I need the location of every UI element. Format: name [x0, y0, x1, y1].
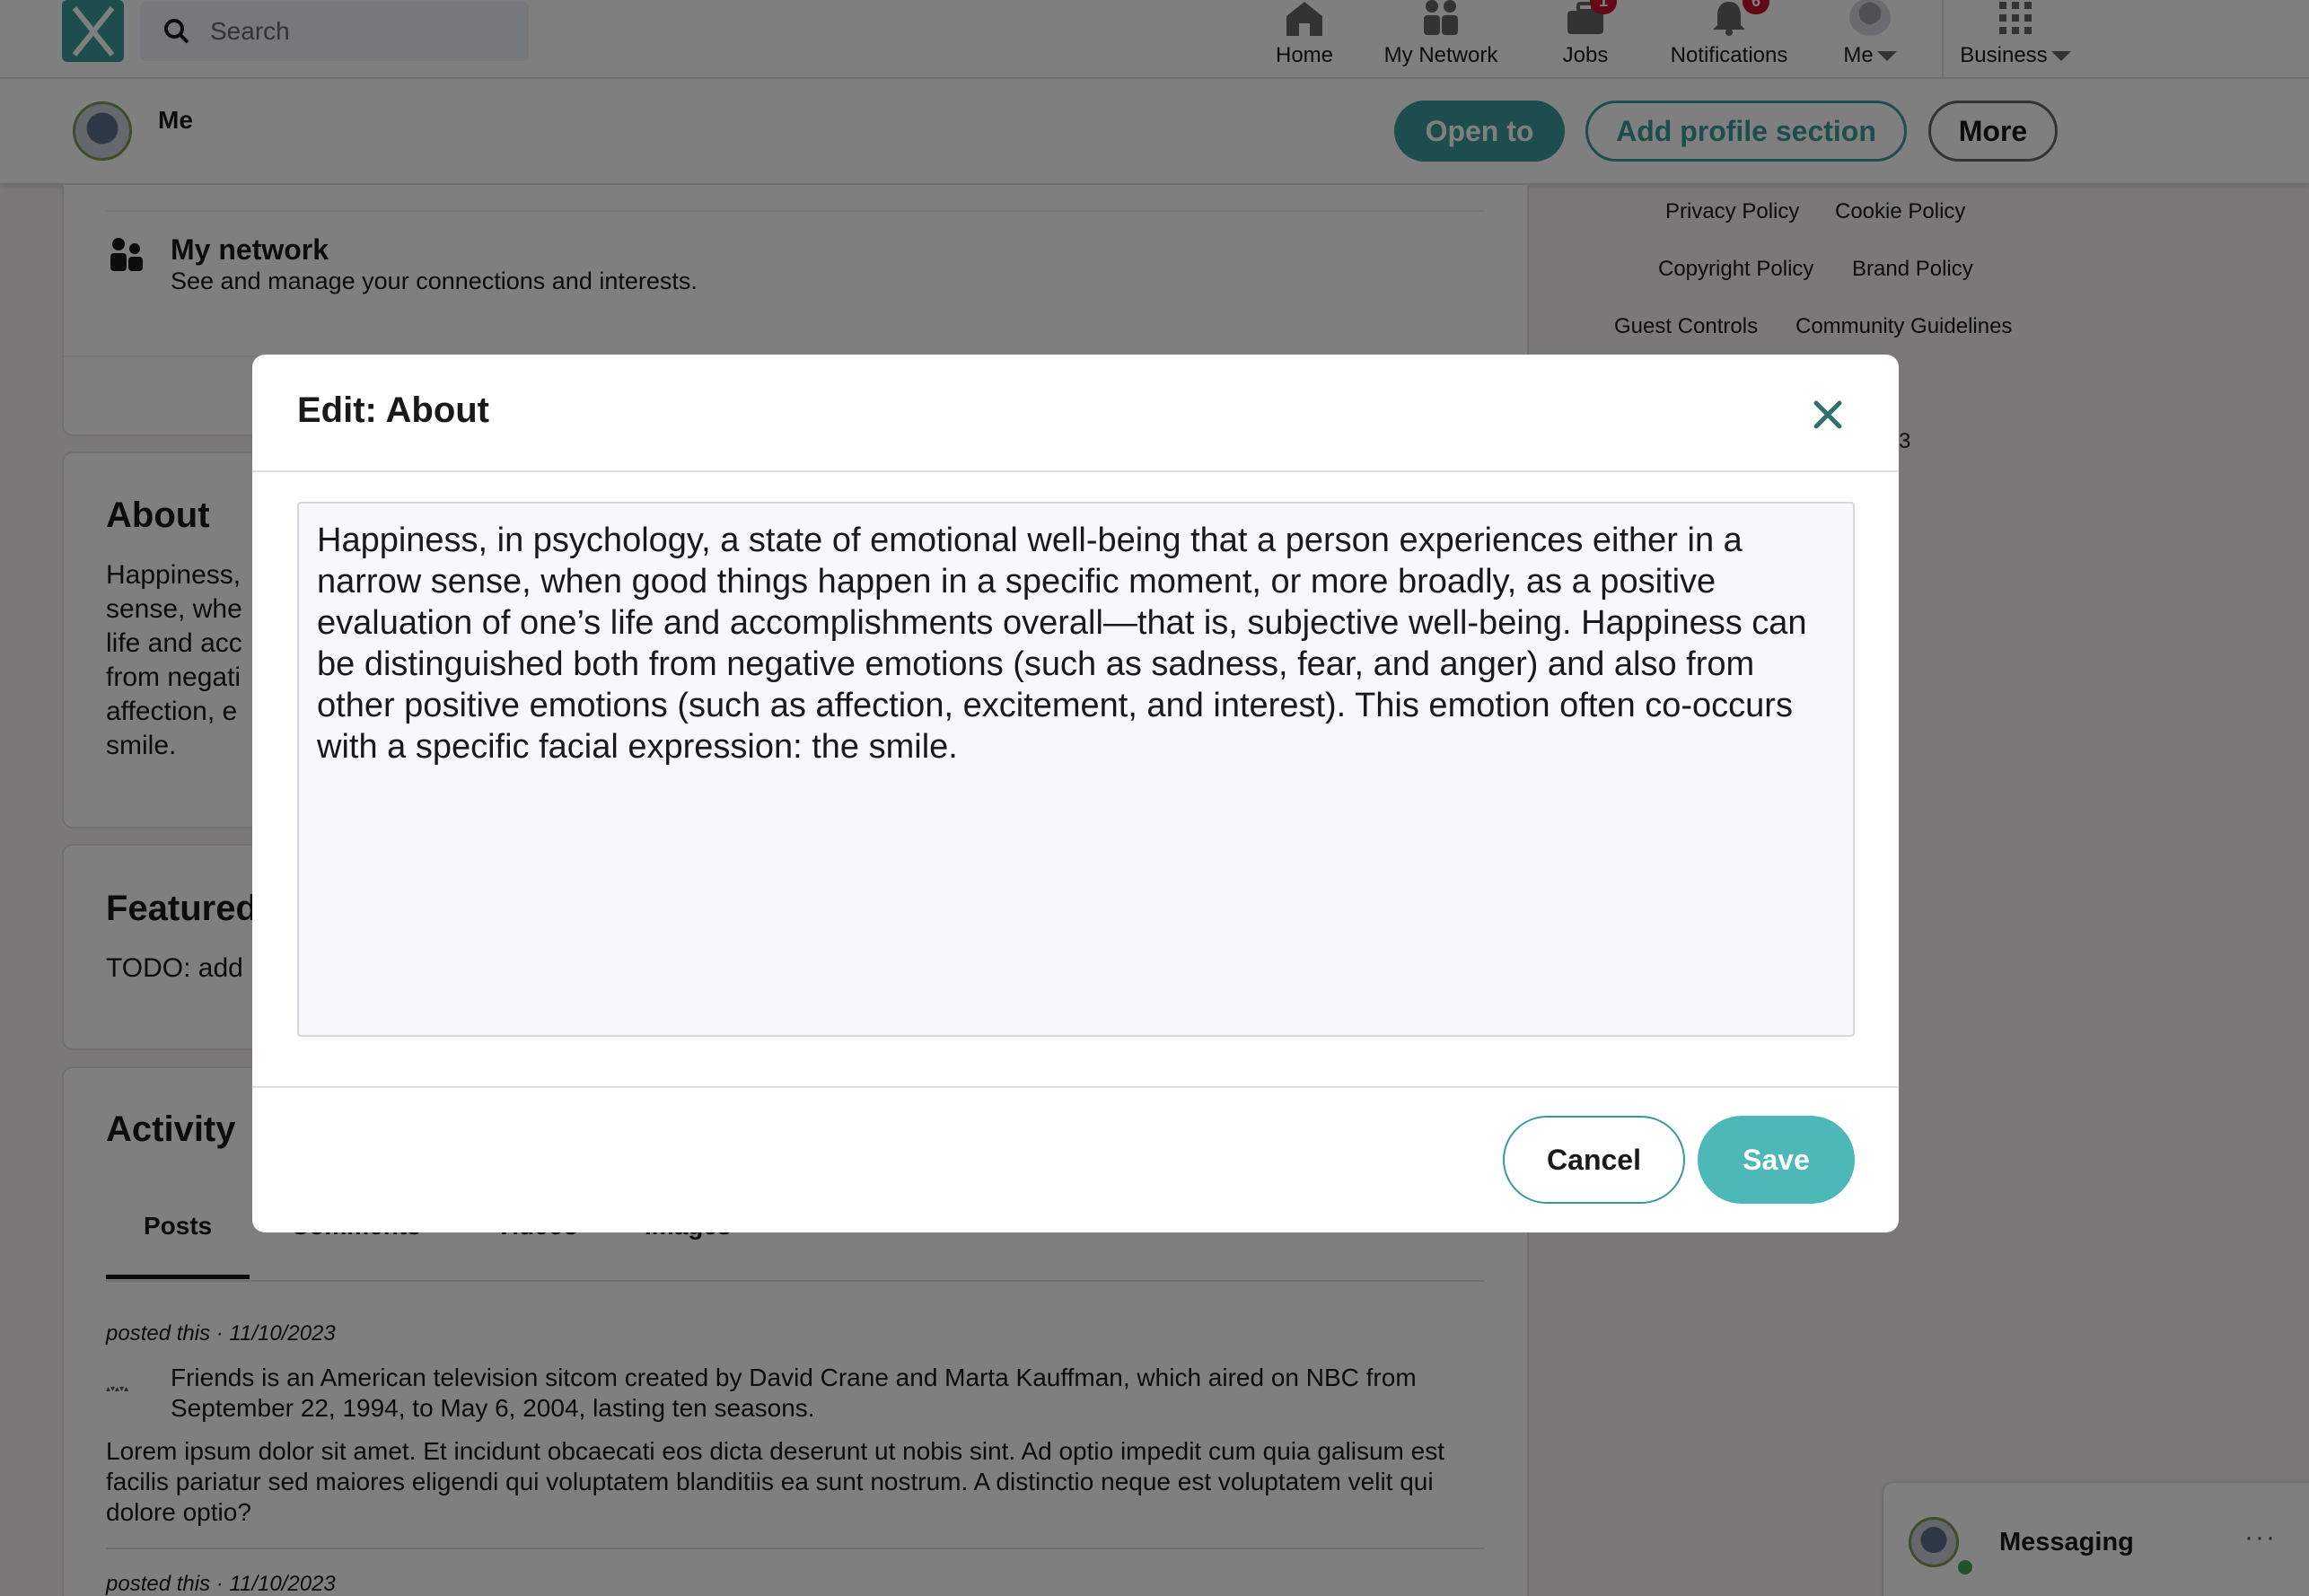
- dialog-footer-divider: [252, 1086, 1899, 1088]
- save-button[interactable]: Save: [1698, 1116, 1855, 1204]
- close-icon[interactable]: [1805, 392, 1850, 437]
- about-textarea[interactable]: Happiness, in psychology, a state of emo…: [297, 502, 1855, 1037]
- dialog-title: Edit: About: [297, 390, 490, 430]
- dialog-header-divider: [252, 470, 1899, 472]
- cancel-button[interactable]: Cancel: [1503, 1116, 1685, 1204]
- edit-about-dialog: Edit: About Happiness, in psychology, a …: [252, 355, 1899, 1232]
